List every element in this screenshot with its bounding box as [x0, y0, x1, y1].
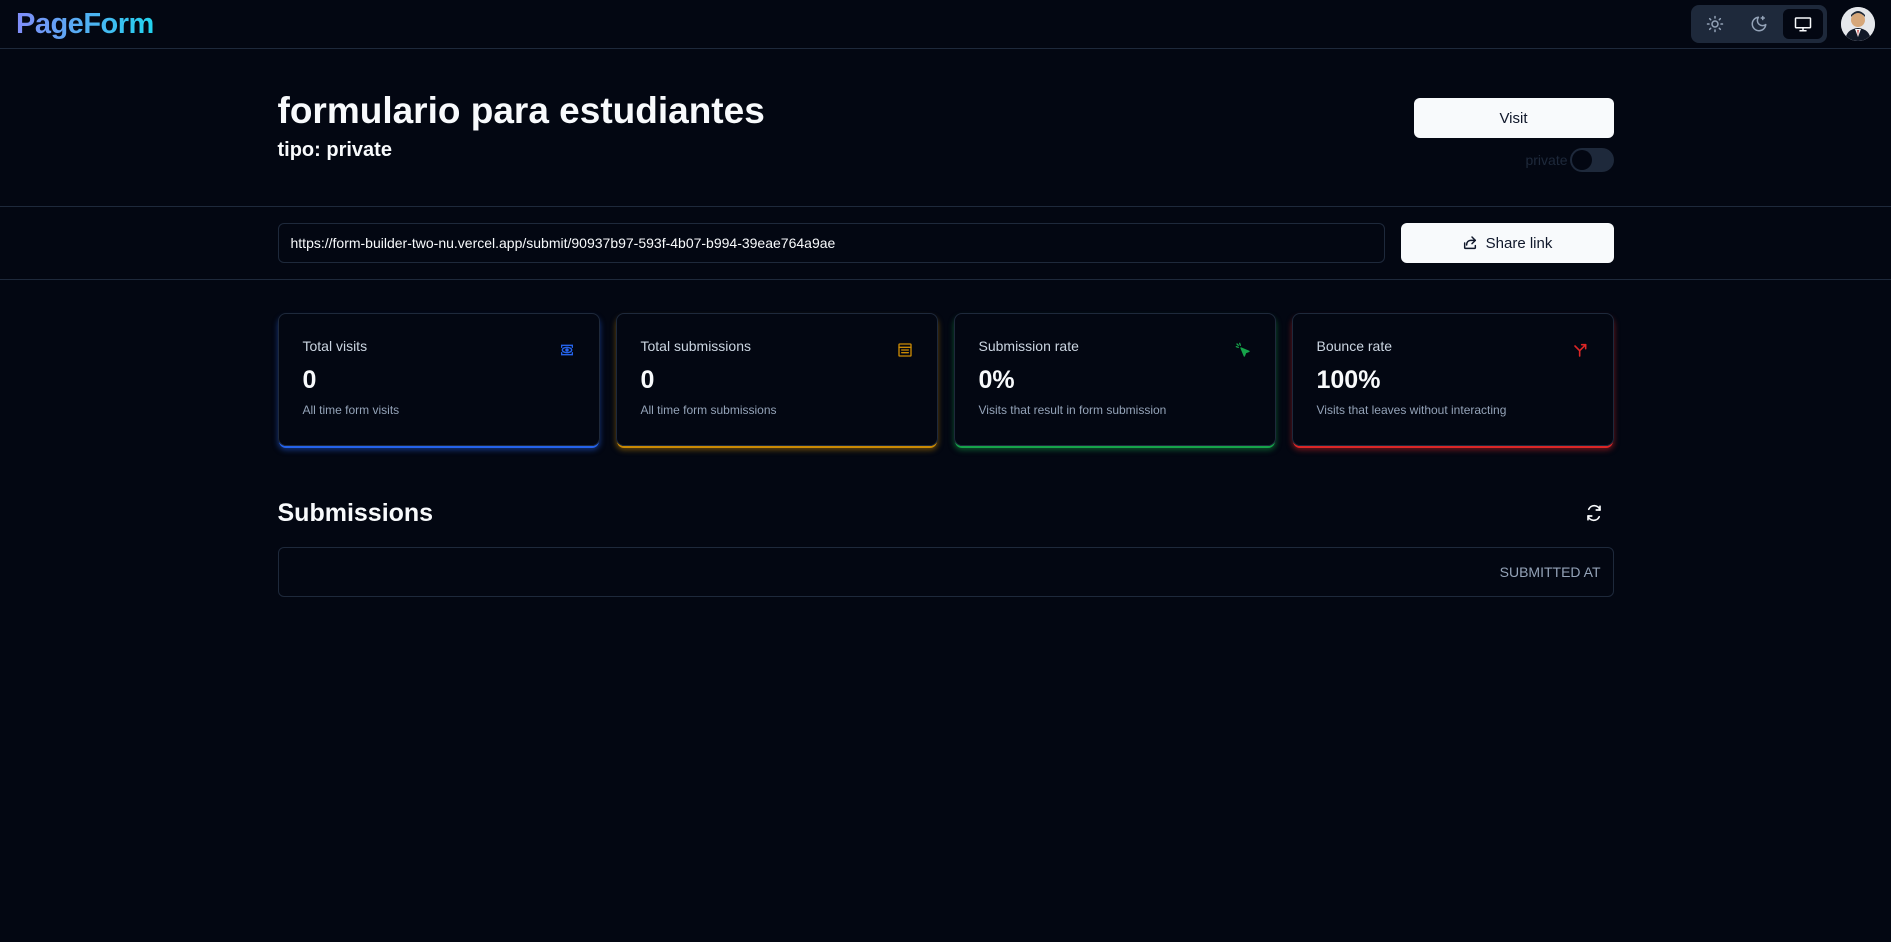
visit-button[interactable]: Visit — [1413, 98, 1614, 138]
stats-grid: Total visits 0 All time form visits Tota… — [277, 313, 1614, 446]
privacy-toggle-row: private — [1525, 148, 1614, 172]
app-logo[interactable]: PageForm — [16, 8, 154, 41]
stat-title: Submission rate — [978, 338, 1079, 354]
stat-value: 100% — [1316, 366, 1381, 394]
stat-title: Total visits — [302, 338, 368, 354]
stat-help: Visits that result in form submission — [978, 403, 1167, 417]
stat-value: 0 — [640, 366, 655, 394]
form-title: formulario para estudiantes — [277, 90, 765, 131]
split-arrow-icon — [1573, 343, 1586, 357]
share-url-input[interactable] — [277, 223, 1385, 263]
refresh-icon — [1586, 504, 1601, 522]
column-header-submitted-at[interactable]: Submitted at — [1500, 564, 1601, 580]
share-link-row: Share link — [277, 207, 1614, 263]
share-link-label: Share link — [1485, 234, 1553, 252]
privacy-toggle[interactable] — [1569, 148, 1614, 172]
form-type: tipo: private — [277, 139, 392, 162]
stat-title: Total submissions — [640, 338, 752, 354]
share-link-button[interactable]: Share link — [1400, 223, 1614, 263]
dark-theme-button[interactable] — [1739, 9, 1779, 39]
stat-card-total-visits: Total visits 0 All time form visits — [277, 313, 600, 446]
stat-title: Bounce rate — [1316, 338, 1393, 354]
moon-icon — [1751, 15, 1767, 32]
eye-icon — [560, 344, 573, 356]
user-photo-icon — [1841, 7, 1875, 41]
theme-switcher — [1691, 5, 1827, 43]
user-avatar[interactable] — [1841, 7, 1875, 41]
submissions-title: Submissions — [277, 498, 434, 527]
stat-card-submission-rate: Submission rate 0% Visits that result in… — [953, 313, 1276, 446]
stat-card-bounce-rate: Bounce rate 100% Visits that leaves with… — [1291, 313, 1614, 446]
form-title-block: formulario para estudiantes tipo: privat… — [278, 89, 765, 172]
desktop-icon — [1794, 17, 1812, 32]
submissions-header: Submissions — [278, 493, 1614, 533]
sun-icon — [1706, 15, 1724, 33]
light-theme-button[interactable] — [1695, 9, 1735, 39]
form-header: formulario para estudiantes tipo: privat… — [278, 49, 1614, 172]
stat-help: All time form submissions — [640, 403, 777, 417]
header-actions: Visit private — [1413, 89, 1614, 172]
stat-value: 0 — [302, 366, 317, 394]
stat-card-total-submissions: Total submissions 0 All time form submis… — [615, 313, 938, 446]
cursor-click-icon — [1235, 342, 1250, 357]
stat-value: 0% — [978, 366, 1015, 394]
form-header-section: formulario para estudiantes tipo: privat… — [0, 49, 1891, 207]
toggle-knob — [1571, 150, 1592, 170]
form-icon — [897, 343, 912, 357]
submissions-table: Submitted at — [277, 547, 1614, 597]
nav-right — [1691, 5, 1875, 43]
system-theme-button[interactable] — [1783, 9, 1823, 39]
share-link-section: Share link — [0, 207, 1891, 280]
refresh-button[interactable] — [1574, 493, 1614, 533]
stat-help: All time form visits — [302, 403, 400, 417]
top-nav: PageForm — [0, 0, 1891, 49]
share-icon — [1463, 236, 1476, 250]
stat-help: Visits that leaves without interacting — [1316, 403, 1507, 417]
main-content: Total visits 0 All time form visits Tota… — [277, 313, 1614, 597]
privacy-toggle-label: private — [1525, 152, 1568, 168]
